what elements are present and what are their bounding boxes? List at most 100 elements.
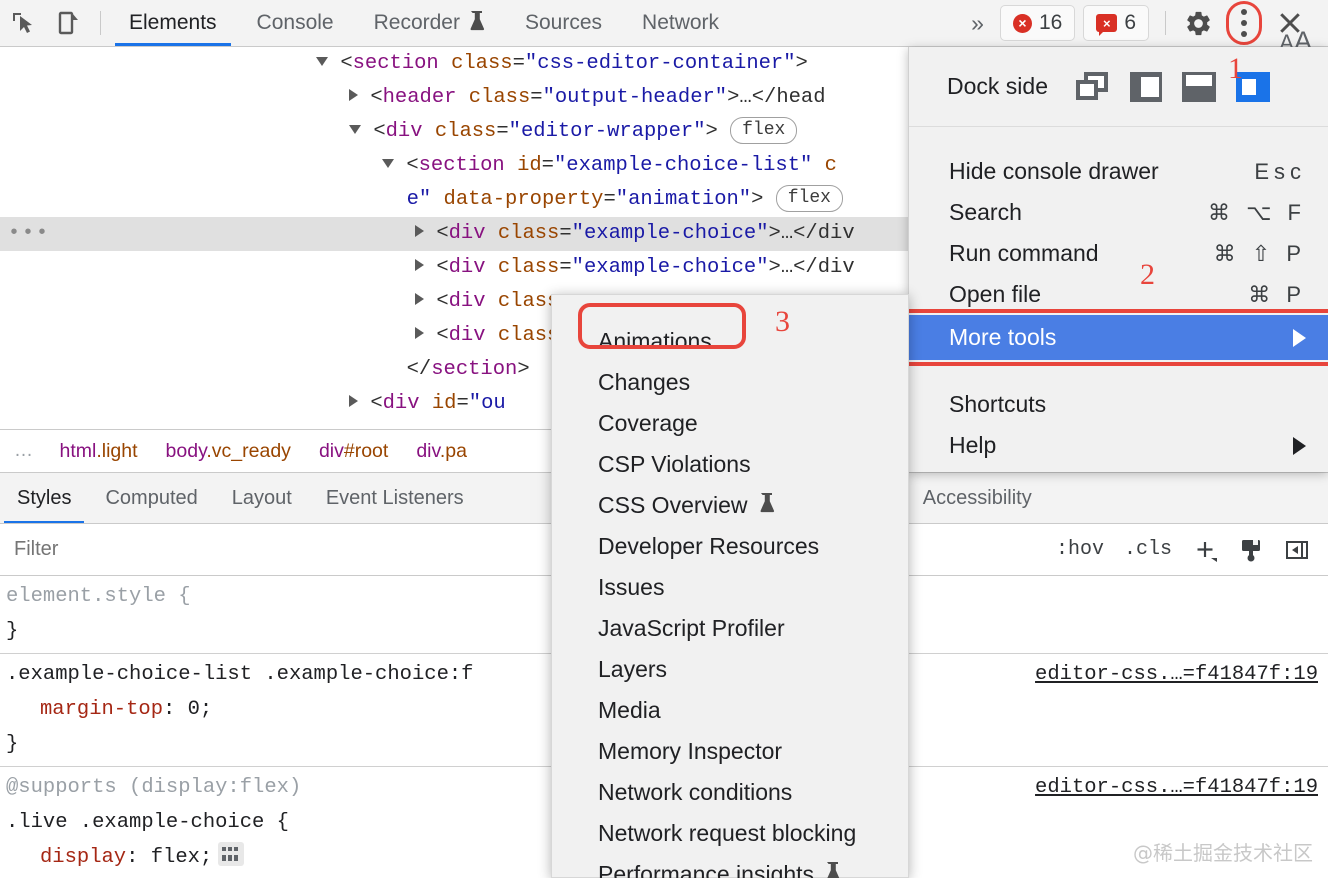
submenu-item-developer-resources[interactable]: Developer Resources — [552, 526, 908, 567]
submenu-item-javascript-profiler[interactable]: JavaScript Profiler — [552, 608, 908, 649]
new-style-rule-button[interactable] — [1192, 537, 1218, 563]
menu-item-shortcut: ⌘ ⇧ P — [1213, 240, 1306, 266]
warning-counter[interactable]: × 6 — [1083, 5, 1149, 41]
dom-token-tag: div — [448, 324, 486, 347]
submenu-item-network-conditions[interactable]: Network conditions — [552, 772, 908, 813]
dom-token-sp — [486, 222, 498, 245]
style-property-name[interactable]: margin-top — [6, 698, 163, 721]
sidebar-tab-event-listeners[interactable]: Event Listeners — [309, 473, 481, 523]
dom-token-tag: div — [382, 392, 420, 415]
style-brush-icon[interactable] — [1238, 537, 1264, 563]
dock-to-bottom-icon[interactable] — [1181, 71, 1216, 102]
dom-token-val: "output-header" — [542, 86, 728, 109]
submenu-item-animations[interactable]: Animations — [552, 321, 908, 362]
collapse-sidebar-icon[interactable] — [1284, 537, 1310, 563]
dom-token-punct: < — [436, 290, 449, 313]
tab-console[interactable]: Console — [237, 0, 354, 46]
dom-token-tag: section — [418, 154, 505, 177]
dom-row-more-icon[interactable]: ••• — [8, 217, 50, 251]
annotation-number-2: 2 — [1140, 258, 1155, 291]
main-menu-items: Hide console drawer Esc Search ⌘ ⌥ F Run com… — [903, 151, 1328, 466]
submenu-item-coverage[interactable]: Coverage — [552, 403, 908, 444]
flex-badge[interactable]: flex — [730, 117, 798, 144]
flexbox-editor-icon[interactable] — [218, 842, 245, 866]
expanded-triangle-icon[interactable] — [382, 159, 394, 168]
gear-icon[interactable] — [1174, 0, 1222, 46]
submenu-item-css-overview[interactable]: CSS Overview — [552, 485, 908, 526]
menu-item-hide-console-drawer[interactable]: Hide console drawer Esc — [909, 151, 1328, 192]
expanded-triangle-icon[interactable] — [316, 57, 328, 66]
expanded-triangle-icon[interactable] — [349, 125, 361, 134]
dom-token-punct: >…</div — [768, 222, 855, 245]
menu-item-help[interactable]: Help — [909, 425, 1328, 466]
undock-into-separate-window-icon[interactable] — [1075, 71, 1110, 102]
collapsed-triangle-icon[interactable] — [415, 225, 424, 237]
menu-item-more-tools[interactable]: More tools — [903, 309, 1328, 366]
style-property-name[interactable]: display — [6, 846, 126, 869]
submenu-item-changes[interactable]: Changes — [552, 362, 908, 403]
breadcrumb-item[interactable]: body.vc_ready — [152, 440, 305, 463]
more-tabs-chevron-icon[interactable]: » — [955, 10, 1000, 37]
tab-elements[interactable]: Elements — [109, 0, 237, 46]
submenu-item-csp-violations[interactable]: CSP Violations — [552, 444, 908, 485]
collapsed-triangle-icon[interactable] — [415, 293, 424, 305]
sidebar-tab-styles[interactable]: Styles — [0, 473, 88, 523]
search-input[interactable] — [0, 538, 500, 561]
dom-token-punct: = — [559, 222, 572, 245]
dock-to-left-icon[interactable] — [1129, 71, 1162, 102]
submenu-item-media[interactable]: Media — [552, 690, 908, 731]
menu-item-open-file[interactable]: Open file ⌘ P — [909, 274, 1328, 315]
submenu-item-memory-inspector[interactable]: Memory Inspector — [552, 731, 908, 772]
breadcrumb-overflow[interactable]: … — [0, 440, 46, 462]
menu-item-search[interactable]: Search ⌘ ⌥ F — [909, 192, 1328, 233]
submenu-item-network-request-blocking[interactable]: Network request blocking — [552, 813, 908, 854]
dom-token-punct: > — [795, 52, 808, 75]
kebab-dot-1 — [1241, 9, 1247, 15]
collapsed-triangle-icon[interactable] — [415, 327, 424, 339]
submenu-item-label: Changes — [598, 369, 691, 395]
dom-token-sp — [486, 290, 498, 313]
dom-token-sp — [505, 154, 517, 177]
submenu-item-issues[interactable]: Issues — [552, 567, 908, 608]
breadcrumb-item[interactable]: html.light — [46, 440, 152, 463]
flex-badge[interactable]: flex — [775, 185, 843, 212]
breadcrumb-item[interactable]: div#root — [305, 440, 402, 463]
collapsed-triangle-icon[interactable] — [415, 259, 424, 271]
sidebar-tab-computed[interactable]: Computed — [88, 473, 214, 523]
hov-button[interactable]: :hov — [1056, 538, 1104, 561]
tab-recorder[interactable]: Recorder — [354, 0, 505, 46]
breadcrumb-item-class: .light — [96, 439, 138, 462]
submenu-item-performance-insights[interactable]: Performance insights — [552, 854, 908, 878]
submenu-item-label: CSS Overview — [598, 492, 748, 518]
submenu-item-layers[interactable]: Layers — [552, 649, 908, 690]
tab-network[interactable]: Network — [622, 0, 739, 46]
tab-sources[interactable]: Sources — [505, 0, 622, 46]
dom-token-punct: = — [456, 392, 469, 415]
collapsed-triangle-icon[interactable] — [349, 395, 358, 407]
customize-devtools-kebab-button[interactable] — [1226, 1, 1262, 45]
style-property-value[interactable]: : 0; — [163, 698, 212, 721]
submenu-item-label: Network conditions — [598, 779, 793, 805]
menu-item-run-command[interactable]: Run command ⌘ ⇧ P — [909, 233, 1328, 274]
cls-button[interactable]: .cls — [1124, 538, 1172, 561]
collapsed-triangle-icon[interactable] — [349, 89, 358, 101]
menu-item-shortcuts[interactable]: Shortcuts — [909, 384, 1328, 425]
chevron-right-icon — [1293, 328, 1306, 347]
breadcrumb-item-class: .vc_ready — [206, 439, 291, 462]
issue-bubble-icon: × — [1096, 14, 1118, 36]
style-property-value[interactable]: : flex; — [126, 846, 212, 869]
sidebar-tab-accessibility[interactable]: Accessibility — [906, 473, 1049, 523]
menu-item-label: Help — [949, 432, 997, 458]
tab-sources-label: Sources — [524, 11, 603, 34]
error-counter[interactable]: × 16 — [999, 5, 1076, 41]
inspect-cursor-icon[interactable] — [0, 0, 46, 46]
style-rule-source-link[interactable]: editor-css.…=f41847f:19 — [1035, 770, 1318, 805]
dom-token-sp — [423, 120, 435, 143]
submenu-item-label: JavaScript Profiler — [598, 615, 785, 641]
dom-token-punct: = — [559, 256, 572, 279]
sidebar-tab-layout[interactable]: Layout — [215, 473, 309, 523]
breadcrumb-item[interactable]: div.pa — [402, 440, 481, 463]
style-rule-source-link[interactable]: editor-css.…=f41847f:19 — [1035, 657, 1318, 692]
dom-token-punct: = — [496, 120, 509, 143]
device-toolbar-icon[interactable] — [46, 0, 92, 46]
